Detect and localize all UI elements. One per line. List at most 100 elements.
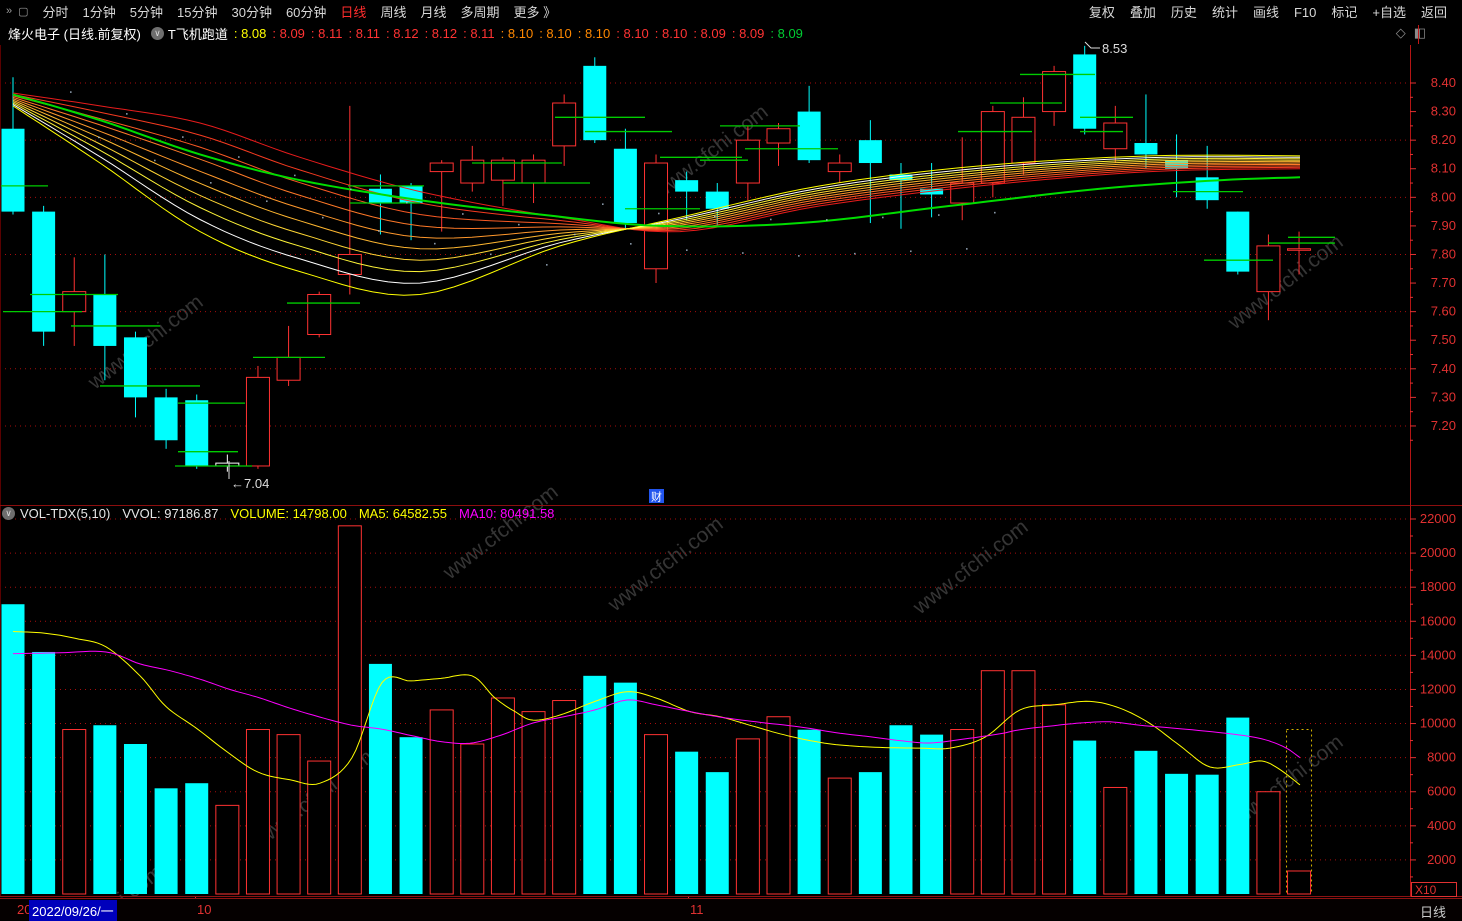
volume-bar-up [337, 525, 362, 895]
volume-bar-down [797, 729, 821, 894]
volume-readout-1: VVOL: 97186.87 [122, 505, 219, 521]
speck [294, 174, 296, 177]
price-axis-label: 7.90 [1431, 218, 1456, 233]
volume-collapse-icon[interactable]: ∨ [2, 506, 15, 520]
candle-body-up [1287, 248, 1312, 251]
speck [826, 219, 828, 221]
candle-body-down [675, 180, 699, 192]
volume-bar-up [644, 734, 669, 895]
volume-bar-down [368, 663, 392, 894]
low-annotation: ←7.04 [231, 476, 269, 491]
speck [462, 213, 464, 215]
candle-body-down [154, 397, 178, 441]
volume-bar-up [429, 709, 454, 895]
candle-body-up [1103, 122, 1128, 150]
volume-bar-down [1, 604, 25, 894]
volume-bar-up [1287, 870, 1312, 895]
volume-bar-up [521, 711, 546, 895]
price-axis-label: 7.70 [1431, 275, 1456, 290]
price-axis-label: 8.30 [1431, 104, 1456, 119]
speck [770, 218, 772, 221]
volume-bar-up [980, 670, 1005, 895]
price-axis-label: 8.20 [1431, 132, 1456, 147]
volume-bar-up [276, 734, 301, 895]
candle-body-down [858, 140, 882, 164]
volume-readout: VOL-TDX(5,10) VVOL: 97186.87 VOLUME: 14798… [20, 506, 566, 521]
watermark-3: www.cfchi.com [438, 480, 562, 584]
month-label-10: 10 [197, 902, 212, 917]
volume-bar-down [705, 772, 729, 894]
speck [266, 200, 268, 203]
speck [574, 233, 576, 236]
speck [854, 252, 856, 255]
volume-axis-label: 2000 [1427, 852, 1456, 867]
volume-bar-up [245, 729, 270, 895]
candle-body-down [797, 111, 821, 161]
volume-bar-down [858, 772, 882, 894]
volume-bar-down [1073, 740, 1097, 894]
volume-axis-label: 20000 [1420, 545, 1456, 560]
price-axis-label: 7.40 [1431, 361, 1456, 376]
speck [938, 214, 940, 216]
price-axis-label: 8.10 [1431, 161, 1456, 176]
speck [630, 243, 632, 245]
price-axis-label: 8.00 [1431, 189, 1456, 204]
selected-date-badge[interactable]: 2022/09/26/一 [29, 900, 117, 921]
candle-body-down [613, 148, 637, 224]
candle-body-up [429, 162, 454, 173]
candle-body-down [185, 400, 209, 466]
price-axis-label: 8.40 [1431, 75, 1456, 90]
volume-bar-up [950, 729, 975, 895]
volume-bar-up [1042, 704, 1067, 895]
price-axis-label: 7.30 [1431, 389, 1456, 404]
speck [70, 91, 72, 93]
volume-bar-down [920, 734, 944, 894]
speck [686, 249, 688, 251]
speck [798, 255, 800, 257]
volume-bar-up [827, 777, 852, 895]
candle-body-up [1256, 245, 1281, 293]
speck [910, 250, 912, 253]
speck [378, 230, 380, 232]
volume-bar-up [1011, 670, 1036, 895]
volume-bar-down [123, 744, 147, 894]
speck [350, 188, 352, 191]
speck [182, 136, 184, 138]
candle-body-up [735, 139, 760, 184]
volume-bar-up [460, 743, 485, 895]
speck [966, 248, 968, 250]
speck [602, 203, 604, 205]
volume-bar-up [307, 760, 332, 895]
volume-bar-down [1134, 750, 1158, 894]
volume-axis-label: 12000 [1420, 681, 1456, 696]
volume-bar-up [490, 697, 515, 895]
volume-bar-down [185, 783, 209, 894]
candle-body-up [1042, 71, 1067, 113]
volume-bar-up [215, 804, 240, 895]
volume-readout-3: MA5: 64582.55 [358, 505, 447, 521]
volume-header: ∨ VOL-TDX(5,10) VVOL: 97186.87 VOLUME: 147… [2, 505, 578, 521]
speck [742, 252, 744, 254]
candle-body-down [1134, 143, 1158, 155]
volume-bar-down [32, 651, 56, 894]
price-axis-label: 7.50 [1431, 332, 1456, 347]
volume-bar-up [1103, 786, 1128, 895]
speck [406, 201, 408, 204]
volume-bar-up [1256, 791, 1281, 895]
volume-axis-label: 6000 [1427, 784, 1456, 799]
volume-bar-down [889, 725, 913, 894]
volume-axis-label: 8000 [1427, 750, 1456, 765]
candle-body-up [307, 293, 332, 336]
chart-canvas: www.cfchi.comwww.cfchi.comwww.cfchi.com w… [0, 41, 1462, 919]
volume-readout-4: MA10: 80491.58 [459, 505, 555, 521]
speck [210, 182, 212, 184]
volume-axis-label: 4000 [1427, 818, 1456, 833]
volume-bar-up [552, 700, 577, 895]
speck [714, 215, 716, 218]
volume-bar-up [62, 729, 87, 895]
watermark-5: www.cfchi.com [603, 512, 727, 616]
finance-marker-label: 财 [651, 490, 662, 504]
volume-axis-label: 18000 [1420, 579, 1456, 594]
volume-bar-up [735, 738, 760, 895]
speck [490, 253, 492, 256]
